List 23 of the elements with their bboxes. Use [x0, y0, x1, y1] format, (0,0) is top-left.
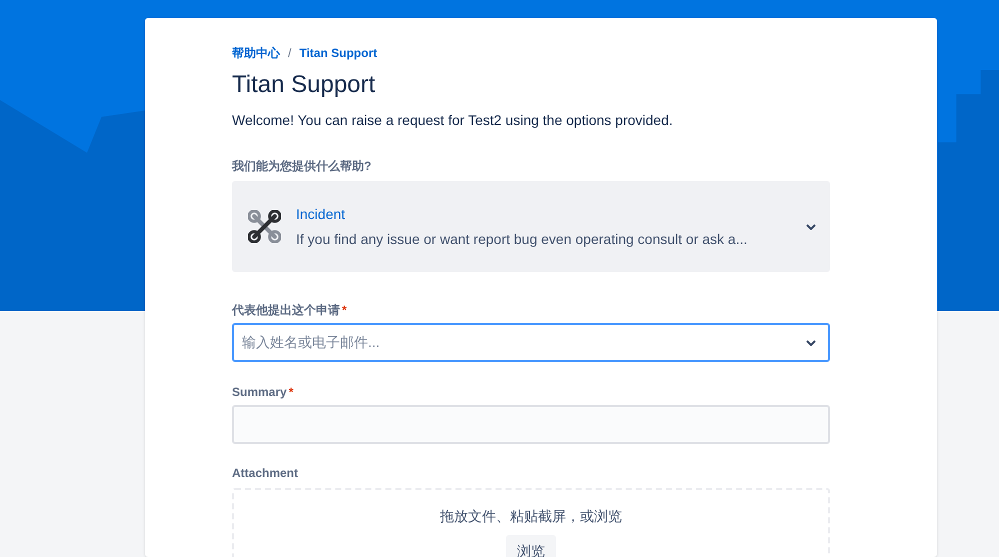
required-marker: * — [288, 384, 294, 401]
required-marker: * — [342, 302, 347, 319]
placeholder-text: 输入姓名或电子邮件... — [242, 333, 381, 352]
field-label: 代表他提出这个申请 — [232, 302, 340, 319]
chevron-down-icon — [806, 340, 816, 346]
tools-icon — [248, 210, 281, 243]
page-title: Titan Support — [232, 70, 376, 100]
request-type-selector[interactable]: Incident If you find any issue or want report bug even operating consult or ask a... — [232, 181, 830, 272]
field-label: 我们能为您提供什么帮助? — [232, 158, 372, 175]
field-label: Summary — [232, 384, 287, 401]
summary-input-field[interactable] — [232, 405, 830, 444]
welcome-text: Welcome! You can raise a request for Test2 using the options provided. — [232, 111, 674, 130]
request-type-description: If you find any issue or want report bug even operating consult or ask a... — [296, 230, 748, 249]
breadcrumb-link[interactable]: Titan Support — [299, 44, 378, 62]
field-label: Attachment — [232, 465, 298, 482]
breadcrumb-link[interactable]: 帮助中心 — [232, 44, 280, 62]
request-type-name: Incident — [296, 204, 346, 224]
browse-button[interactable]: 浏览 — [506, 535, 556, 557]
breadcrumb-separator: / — [288, 45, 292, 62]
person-select-field[interactable]: 输入姓名或电子邮件... — [232, 323, 830, 362]
dropzone-hint: 拖放文件、粘贴截屏，或浏览 — [440, 507, 622, 526]
chevron-down-icon — [806, 224, 816, 230]
attachment-dropzone[interactable]: 拖放文件、粘贴截屏，或浏览 浏览 — [232, 488, 830, 557]
